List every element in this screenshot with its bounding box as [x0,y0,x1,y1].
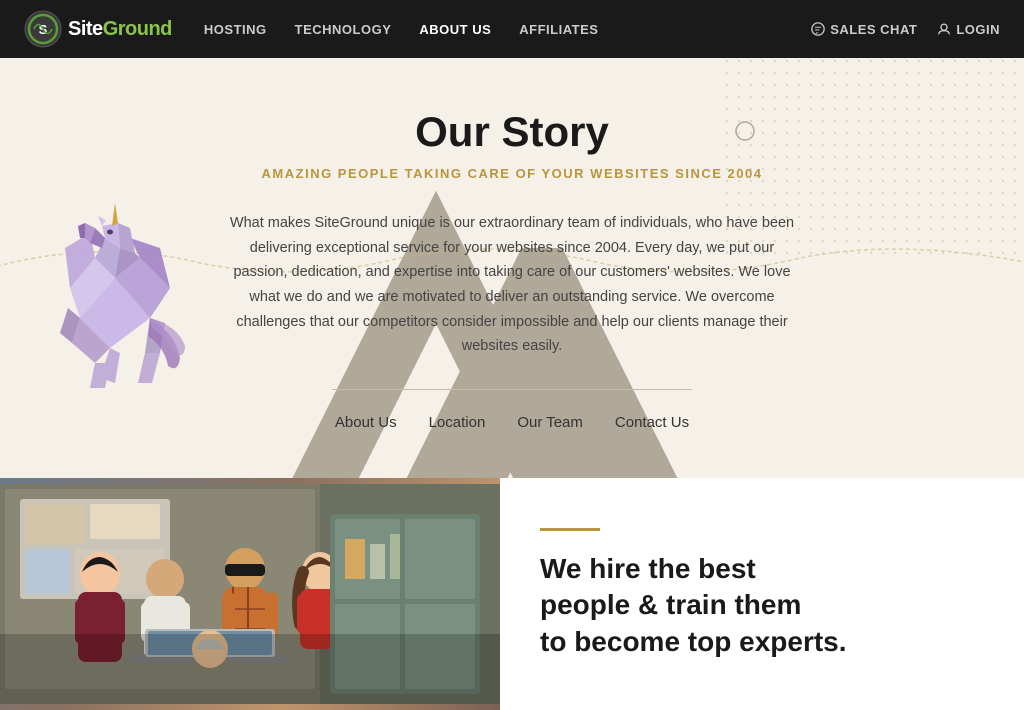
hero-subtitle: AMAZING PEOPLE TAKING CARE OF YOUR WEBSI… [262,166,763,181]
login-button[interactable]: LOGIN [937,22,1000,37]
chat-icon [811,22,825,36]
nav-affiliates[interactable]: AFFILIATES [519,22,598,37]
hero-body-text: What makes SiteGround unique is our extr… [222,211,802,359]
bottom-content: We hire the best people & train them to … [500,478,1024,710]
nav-technology[interactable]: TECHNOLOGY [295,22,392,37]
bottom-headline: We hire the best people & train them to … [540,551,984,660]
photo-placeholder [0,478,500,710]
deco-circle-icon [734,120,756,142]
bottom-section: We hire the best people & train them to … [0,478,1024,710]
team-photo [0,478,500,710]
nav-about-us[interactable]: ABOUT US [419,22,491,37]
logo-text: SiteGround [68,18,172,41]
sales-chat-button[interactable]: SALES CHAT [811,22,917,37]
nav-hosting[interactable]: HOSTING [204,22,267,37]
hero-nav-contact-us[interactable]: Contact Us [615,414,689,431]
hero-nav-about-us[interactable]: About Us [335,414,397,431]
hero-nav-location[interactable]: Location [429,414,486,431]
logo-icon: S [24,10,62,48]
navbar: S SiteGround HOSTING TECHNOLOGY ABOUT US… [0,0,1024,58]
navbar-right: SALES CHAT LOGIN [811,22,1000,37]
hero-page-nav: About Us Location Our Team Contact Us [335,414,689,431]
hero-divider [332,389,692,390]
hero-section: Our Story AMAZING PEOPLE TAKING CARE OF … [0,58,1024,478]
unicorn-illustration [30,188,200,388]
gold-accent-bar [540,528,600,531]
hero-nav-our-team[interactable]: Our Team [517,414,583,431]
user-icon [937,22,951,36]
logo[interactable]: S SiteGround [24,10,172,48]
hero-title: Our Story [415,108,609,156]
navbar-left: S SiteGround HOSTING TECHNOLOGY ABOUT US… [24,10,598,48]
nav-links: HOSTING TECHNOLOGY ABOUT US AFFILIATES [204,22,599,37]
people-illustration [0,484,500,704]
